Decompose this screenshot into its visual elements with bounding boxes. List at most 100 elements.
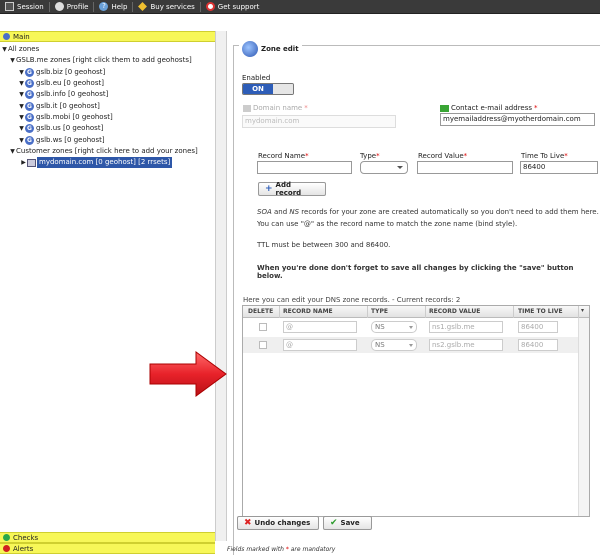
save-label: Save [340, 519, 360, 527]
tree-zone-item[interactable]: ▼ Ggslb.it [0 geohost] [0, 100, 215, 111]
delete-checkbox[interactable] [259, 341, 267, 349]
info-line-3: TTL must be between 300 and 86400. [257, 241, 391, 249]
menu-profile-label: Profile [66, 2, 89, 11]
expand-arrow-icon[interactable]: ▼ [9, 146, 16, 157]
record-value-input[interactable] [417, 161, 513, 174]
ttl-label-text: Time To Live [521, 152, 565, 160]
ttl-input[interactable]: 86400 [520, 161, 598, 174]
check-icon: ✔ [330, 518, 338, 528]
grid-scrollbar[interactable] [578, 318, 589, 516]
row-record-name[interactable]: @ [283, 339, 357, 351]
tree-zone-label: gslb.it [0 geohost] [36, 101, 100, 110]
type-label: Type* [360, 152, 380, 160]
menu-profile[interactable]: Profile [50, 0, 94, 14]
menu-get-support[interactable]: Get support [201, 0, 265, 14]
col-delete[interactable]: DELETE [248, 308, 273, 315]
expand-arrow-icon[interactable]: ▼ [18, 78, 25, 89]
expand-arrow-icon[interactable]: ▼ [18, 67, 25, 78]
tree-gslb-group-label: GSLB.me zones [right click them to add g… [16, 56, 192, 65]
expand-arrow-icon[interactable]: ▼ [18, 123, 25, 134]
contact-email-input[interactable]: myemailaddress@myotherdomain.com [440, 113, 595, 126]
col-type[interactable]: TYPE [371, 308, 388, 315]
expand-arrow-icon[interactable]: ▼ [1, 44, 8, 55]
info-line-4: When you're done don't forget to save al… [257, 264, 574, 280]
red-arrow-icon [149, 351, 227, 397]
row-type-select[interactable]: NS [371, 339, 417, 351]
table-row[interactable]: @ NS ns1.gslb.me 86400 [243, 319, 578, 335]
tree-customer-group[interactable]: ▼ Customer zones [right click here to ad… [0, 146, 215, 157]
profile-icon [54, 2, 64, 11]
tree-gslb-group[interactable]: ▼ GSLB.me zones [right click them to add… [0, 55, 215, 66]
info-line-1-rest: records for your zone are created automa… [299, 208, 599, 216]
menu-buy-services-label: Buy services [150, 2, 195, 11]
row-ttl[interactable]: 86400 [518, 321, 558, 333]
tree-customer-zone[interactable]: ▶ mydomain.com [0 geohost] [2 rrsets] [0, 157, 215, 169]
delete-checkbox[interactable] [259, 323, 267, 331]
menu-help[interactable]: ? Help [94, 0, 132, 14]
expand-arrow-icon[interactable]: ▼ [9, 55, 16, 66]
tree-zone-item[interactable]: ▼ Ggslb.ws [0 geohost] [0, 134, 215, 145]
domain-name-label-text: Domain name [253, 104, 303, 112]
domain-icon [27, 158, 36, 167]
alerts-icon [3, 545, 10, 552]
record-name-input[interactable] [257, 161, 352, 174]
expand-arrow-icon[interactable]: ▼ [18, 89, 25, 100]
tree-zone-item[interactable]: ▼ Ggslb.mobi [0 geohost] [0, 112, 215, 123]
gslb-zone-icon: G [25, 90, 34, 100]
alerts-section-header[interactable]: Alerts [0, 543, 215, 554]
tree-zone-label: gslb.biz [0 geohost] [36, 67, 106, 76]
record-value-label: Record Value* [418, 152, 467, 160]
row-record-value[interactable]: ns2.gslb.me [429, 339, 503, 351]
tree-zone-item[interactable]: ▼ Ggslb.biz [0 geohost] [0, 67, 215, 78]
gslb-zone-icon: G [25, 79, 34, 89]
col-ttl[interactable]: TIME TO LIVE [518, 308, 563, 315]
domain-name-label: Domain name * [243, 104, 308, 112]
expand-arrow-icon[interactable]: ▼ [18, 101, 25, 112]
tree-zone-label: gslb.eu [0 geohost] [36, 79, 104, 88]
save-button[interactable]: ✔ Save [323, 516, 372, 530]
table-row[interactable]: @ NS ns2.gslb.me 86400 [243, 337, 578, 353]
tree-zone-item[interactable]: ▼ Ggslb.us [0 geohost] [0, 123, 215, 134]
row-record-value[interactable]: ns1.gslb.me [429, 321, 503, 333]
footer-note-post: are mandatory [288, 546, 336, 553]
tree-zone-item[interactable]: ▼ Ggslb.eu [0 geohost] [0, 78, 215, 89]
column-separator [513, 306, 514, 318]
tree-zone-label: gslb.info [0 geohost] [36, 90, 109, 99]
row-record-name[interactable]: @ [283, 321, 357, 333]
main-section-icon [3, 33, 10, 40]
col-record-name[interactable]: RECORD NAME [283, 308, 333, 315]
menu-session[interactable]: Session [0, 0, 49, 14]
column-separator [367, 306, 368, 318]
domain-icon [243, 104, 251, 112]
domain-name-input[interactable]: mydomain.com [242, 115, 396, 128]
tree-zone-item[interactable]: ▼ Ggslb.info [0 geohost] [0, 89, 215, 100]
undo-icon: ✖ [244, 518, 252, 528]
main-section-header[interactable]: Main [0, 31, 215, 42]
gslb-zone-icon: G [25, 124, 34, 134]
expand-arrow-icon[interactable]: ▼ [18, 112, 25, 123]
add-record-label: Add record [275, 181, 302, 197]
row-type-select[interactable]: NS [371, 321, 417, 333]
menu-buy-services[interactable]: Buy services [133, 0, 199, 14]
collapse-arrow-icon[interactable]: ▶ [20, 157, 27, 168]
panel-splitter[interactable] [215, 31, 227, 541]
type-select[interactable] [360, 161, 408, 174]
chevron-down-icon [397, 166, 403, 169]
row-ttl[interactable]: 86400 [518, 339, 558, 351]
info-line-2: You can use "@" as the record name to ma… [257, 220, 518, 228]
globe-icon [242, 41, 258, 57]
tree-zone-label: gslb.mobi [0 geohost] [36, 112, 113, 121]
undo-changes-button[interactable]: ✖ Undo changes [237, 516, 319, 530]
menu-session-label: Session [17, 2, 44, 11]
col-record-value[interactable]: RECORD VALUE [429, 308, 480, 315]
add-record-button[interactable]: + Add record [258, 181, 326, 197]
checks-section-header[interactable]: Checks [0, 532, 215, 543]
enabled-toggle[interactable]: ON [242, 83, 294, 95]
expand-arrow-icon[interactable]: ▼ [18, 135, 25, 146]
menu-get-support-label: Get support [217, 2, 260, 11]
gslb-zone-icon: G [25, 112, 34, 122]
column-menu-icon[interactable]: ▾ [581, 307, 584, 314]
tree-all-zones[interactable]: ▼ All zones [0, 44, 215, 55]
menu-help-label: Help [111, 2, 128, 11]
footer-note-pre: Fields marked with [227, 546, 286, 553]
